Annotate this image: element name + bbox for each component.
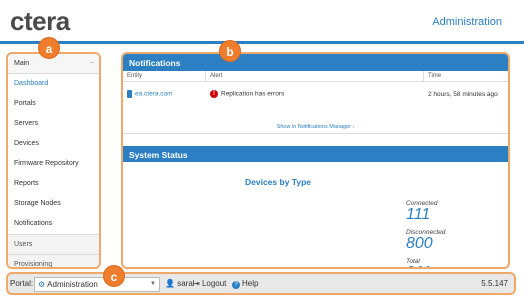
portal-label: Portal: (10, 279, 34, 288)
entity-cell: ea.ctera.com (123, 90, 206, 98)
disconnected-value: 800 (406, 235, 433, 252)
help-label: Help (242, 279, 259, 288)
gear-icon: ⚙ (38, 280, 46, 289)
column-header-entity[interactable]: Entity (123, 71, 206, 81)
sidebar-item-dashboard[interactable]: Dashboard (8, 74, 99, 94)
user-name: saral (177, 279, 195, 288)
notifications-title: Notifications (123, 54, 508, 71)
callout-badge-a: a (38, 37, 60, 59)
time-cell: 2 hours, 58 minutes ago (428, 90, 498, 98)
show-link-text[interactable]: Show in Notifications Manager › (277, 124, 355, 130)
help-icon: ? (232, 281, 240, 289)
sidebar-section-label: Main (14, 60, 30, 67)
sidebar-item-portals[interactable]: Portals (8, 94, 99, 114)
error-icon: ! (210, 90, 218, 98)
user-icon: 👤 (165, 279, 175, 288)
chevron-down-icon[interactable]: ▼ (150, 281, 156, 287)
help-link[interactable]: ? Help (232, 279, 258, 289)
system-status-title: System Status (123, 146, 508, 162)
bottom-bar: Portal: ⚙ Administration ▼ 👤 saral ⇥ Logo… (6, 272, 516, 295)
sidebar-item-devices[interactable]: Devices (8, 134, 99, 154)
column-header-time[interactable]: Time (424, 71, 508, 81)
connected-value: 111 (406, 206, 431, 223)
sidebar-section-provisioning[interactable]: Provisioning (8, 254, 99, 267)
user-link[interactable]: 👤 saral (165, 279, 195, 288)
connected-stat: Connected 111 (406, 200, 437, 223)
dashboard-panel: Notifications Entity Alert Time ea.ctera… (121, 52, 510, 269)
sidebar-item-reports[interactable]: Reports (8, 174, 99, 194)
alert-text: Replication has errors (221, 90, 285, 98)
total-stat: Total 911 (406, 258, 432, 268)
portal-select[interactable]: ⚙ Administration ▼ (34, 277, 160, 292)
logout-label: Logout (201, 279, 227, 288)
alert-cell: ! Replication has errors (206, 90, 424, 98)
device-icon (127, 90, 132, 98)
table-row[interactable]: ea.ctera.com ! Replication has errors 2 h… (123, 82, 508, 106)
portal-select-value: Administration (47, 280, 98, 289)
show-in-notifications-manager-link: Show in Notifications Manager › (123, 106, 508, 134)
version-label: 5.5.147 (481, 279, 508, 288)
notifications-table-header: Entity Alert Time (123, 71, 508, 82)
sidebar-section-users[interactable]: Users (8, 234, 99, 254)
sidebar-item-servers[interactable]: Servers (8, 114, 99, 134)
app-window: ctera Administration Main – Dashboard Po… (0, 0, 524, 301)
logout-icon: ⇥ (193, 279, 200, 288)
page-title: Administration (432, 16, 502, 28)
header: ctera Administration (0, 0, 524, 44)
sidebar-item-storage-nodes[interactable]: Storage Nodes (8, 194, 99, 214)
devices-by-type-title: Devices by Type (245, 177, 311, 187)
entity-link[interactable]: ea.ctera.com (135, 91, 173, 98)
sidebar-item-notifications[interactable]: Notifications (8, 214, 99, 234)
sidebar-item-firmware-repository[interactable]: Firmware Repository (8, 154, 99, 174)
callout-badge-c: c (103, 265, 125, 287)
callout-badge-b: b (219, 40, 241, 62)
column-header-alert[interactable]: Alert (206, 71, 424, 81)
disconnected-stat: Disconnected 800 (406, 229, 445, 252)
ctera-logo[interactable]: ctera (10, 6, 70, 37)
logout-link[interactable]: ⇥ Logout (193, 279, 226, 288)
collapse-icon[interactable]: – (90, 59, 94, 66)
total-value: 911 (406, 265, 432, 268)
sidebar: Main – Dashboard Portals Servers Devices… (6, 52, 101, 269)
